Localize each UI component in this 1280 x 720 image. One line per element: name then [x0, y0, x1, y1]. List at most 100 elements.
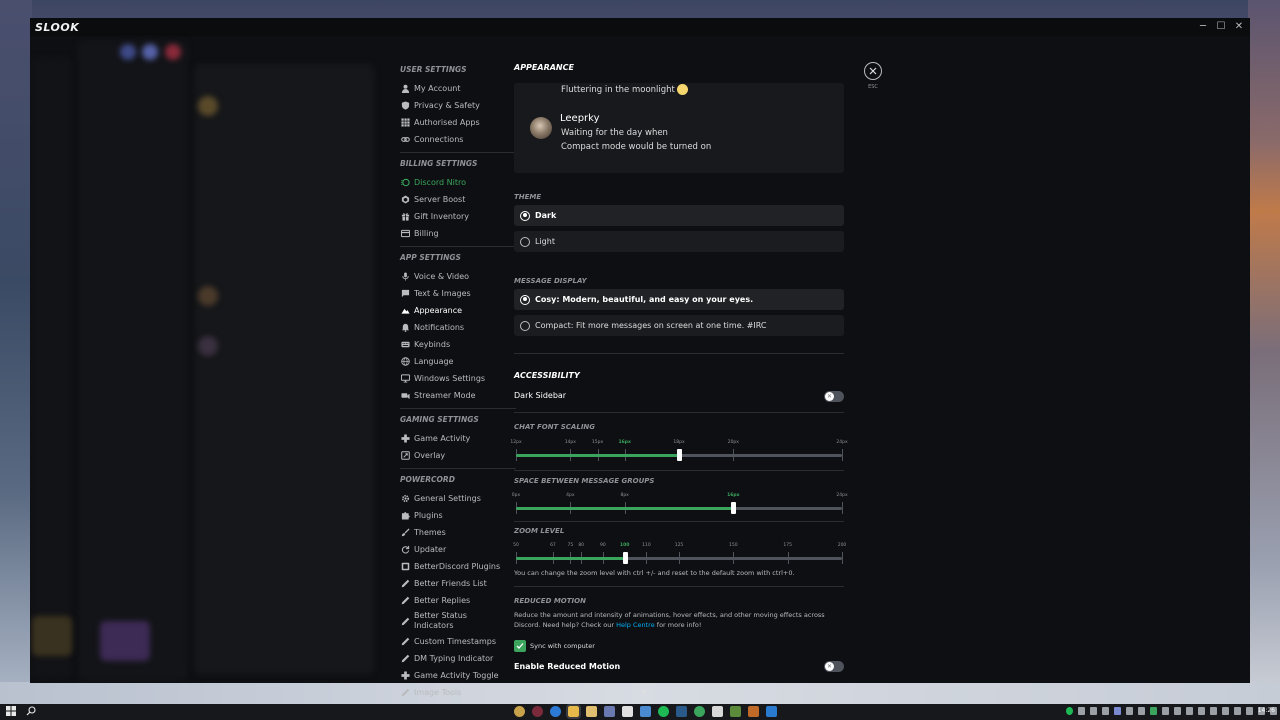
nav-overlay[interactable]: Overlay: [398, 447, 522, 464]
nav-billing[interactable]: Billing: [398, 225, 522, 242]
theme-option-light[interactable]: Light: [514, 231, 844, 252]
boost-icon: [400, 195, 410, 205]
nav-game-activity-toggle[interactable]: Game Activity Toggle: [398, 667, 522, 684]
tray-icon[interactable]: [1186, 707, 1193, 715]
display-option-cosy[interactable]: Cosy: Modern, beautiful, and easy on you…: [514, 289, 844, 310]
slider-thumb[interactable]: [731, 502, 737, 514]
sync-with-computer-checkbox[interactable]: [514, 640, 526, 652]
tray-icon[interactable]: [1246, 707, 1253, 715]
search-icon[interactable]: [26, 706, 36, 716]
toggle-off-icon: ✕: [825, 392, 834, 401]
nav-appearance[interactable]: Appearance: [398, 302, 522, 319]
sidebar-divider: [400, 152, 516, 153]
zoom-slider[interactable]: 50 67 75 80 90 100 110 125 150 175 200: [513, 539, 846, 565]
spotify-icon[interactable]: [658, 706, 669, 717]
nav-voice-video[interactable]: Voice & Video: [398, 268, 522, 285]
taskbar-app-icon[interactable]: [748, 706, 759, 717]
titlebar: SLOOK ─ ☐ ✕: [30, 18, 1250, 36]
tray-icon[interactable]: [1174, 707, 1181, 715]
windows-start-icon[interactable]: [6, 706, 16, 716]
nav-windows-settings[interactable]: Windows Settings: [398, 370, 522, 387]
help-centre-link[interactable]: Help Centre: [616, 621, 655, 629]
scroll-dot: [643, 690, 646, 693]
slider-tick-label: 125: [674, 543, 684, 548]
close-window-button[interactable]: ✕: [1234, 20, 1244, 33]
taskbar-app-icon[interactable]: [712, 706, 723, 717]
nav-plugins[interactable]: Plugins: [398, 507, 522, 524]
slider-tick-label: 18px: [673, 440, 685, 445]
nav-image-tools[interactable]: Image Tools: [398, 684, 522, 701]
nav-connections[interactable]: Connections: [398, 131, 522, 148]
wallpaper-bottom: [0, 682, 1280, 704]
xbox-icon[interactable]: [694, 706, 705, 717]
dark-sidebar-toggle[interactable]: ✕: [824, 391, 844, 402]
tray-icon[interactable]: [1210, 707, 1217, 715]
nav-betterdiscord-plugins[interactable]: BetterDiscord Plugins: [398, 558, 522, 575]
tray-icon[interactable]: [1162, 707, 1169, 715]
browser-icon[interactable]: [550, 706, 561, 717]
tray-icon[interactable]: [1126, 707, 1133, 715]
steam-icon[interactable]: [676, 706, 687, 717]
nav-custom-timestamps[interactable]: Custom Timestamps: [398, 633, 522, 650]
folder-icon[interactable]: [586, 706, 597, 717]
display-option-compact[interactable]: Compact: Fit more messages on screen at …: [514, 315, 844, 336]
slider-thumb[interactable]: [677, 449, 682, 461]
tray-icon[interactable]: [1198, 707, 1205, 715]
nav-label: My Account: [414, 84, 461, 93]
font-scaling-slider[interactable]: 12px 14px 15px 16px 18px 20px 24px: [510, 436, 848, 462]
tray-icon[interactable]: [1150, 707, 1157, 715]
nav-better-status-indicators[interactable]: Better Status Indicators: [398, 609, 522, 633]
nav-privacy-safety[interactable]: Privacy & Safety: [398, 97, 522, 114]
slider-thumb[interactable]: [622, 552, 628, 564]
nav-game-activity[interactable]: Game Activity: [398, 430, 522, 447]
nav-notifications[interactable]: Notifications: [398, 319, 522, 336]
nav-label: BetterDiscord Plugins: [414, 562, 501, 571]
mail-icon[interactable]: [640, 706, 651, 717]
user-icon: [400, 84, 410, 94]
tray-icon[interactable]: [1138, 707, 1145, 715]
gamepad-icon: [400, 671, 410, 681]
maximize-button[interactable]: ☐: [1216, 20, 1226, 33]
esc-label: ESC: [868, 84, 878, 90]
nav-streamer-mode[interactable]: Streamer Mode: [398, 387, 522, 404]
nav-general-settings[interactable]: General Settings: [398, 490, 522, 507]
nav-language[interactable]: Language: [398, 353, 522, 370]
message-spacing-slider[interactable]: 0px 4px 8px 16px 24px: [512, 489, 848, 515]
taskbar-app-icon[interactable]: [532, 706, 543, 717]
file-explorer-icon[interactable]: [566, 704, 581, 719]
slider-tick-mark: [679, 552, 680, 564]
nav-gift-inventory[interactable]: Gift Inventory: [398, 208, 522, 225]
tray-icon[interactable]: [1114, 707, 1121, 715]
taskbar-apps: [514, 704, 777, 719]
dark-sidebar-label: Dark Sidebar: [514, 391, 567, 400]
tray-icon[interactable]: [1102, 707, 1109, 715]
message-spacing-header: Space Between Message Groups: [514, 477, 655, 485]
puzzle-icon: [400, 511, 410, 521]
nav-discord-nitro[interactable]: Discord Nitro: [398, 174, 522, 191]
reduced-motion-toggle[interactable]: ✕: [824, 661, 844, 672]
tray-icon[interactable]: [1078, 707, 1085, 715]
nav-updater[interactable]: Updater: [398, 541, 522, 558]
nav-server-boost[interactable]: Server Boost: [398, 191, 522, 208]
store-icon[interactable]: [622, 706, 633, 717]
minimize-button[interactable]: ─: [1198, 20, 1208, 33]
tray-icon[interactable]: [1090, 707, 1097, 715]
tray-icon[interactable]: [1222, 707, 1229, 715]
tray-icon[interactable]: [1066, 707, 1073, 715]
minecraft-icon[interactable]: [730, 706, 741, 717]
theme-option-dark[interactable]: Dark: [514, 205, 844, 226]
monitor-icon: [400, 374, 410, 384]
nav-authorised-apps[interactable]: Authorised Apps: [398, 114, 522, 131]
nav-themes[interactable]: Themes: [398, 524, 522, 541]
vscode-icon[interactable]: [766, 706, 777, 717]
nav-dm-typing-indicator[interactable]: DM Typing Indicator: [398, 650, 522, 667]
nav-better-replies[interactable]: Better Replies: [398, 592, 522, 609]
nav-keybinds[interactable]: Keybinds: [398, 336, 522, 353]
nav-text-images[interactable]: Text & Images: [398, 285, 522, 302]
tray-icon[interactable]: [1234, 707, 1241, 715]
nav-better-friends-list[interactable]: Better Friends List: [398, 575, 522, 592]
nav-my-account[interactable]: My Account: [398, 80, 522, 97]
close-settings-button[interactable]: [864, 62, 882, 80]
taskbar-app-icon[interactable]: [514, 706, 525, 717]
taskbar-app-icon[interactable]: [604, 706, 615, 717]
